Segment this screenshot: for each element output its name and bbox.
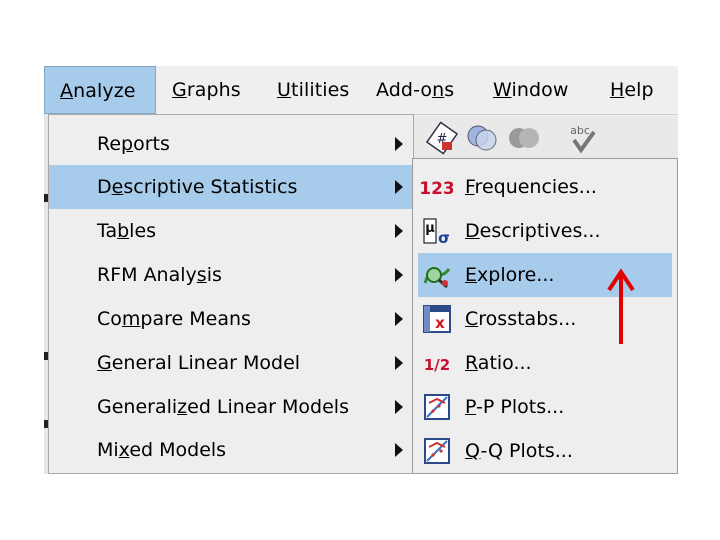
explore-magnifier-icon [423, 267, 451, 289]
analyze-menu: Reports Descriptive Statistics Tables RF… [48, 114, 414, 474]
menu-item-reports[interactable]: Reports [49, 122, 413, 166]
submenu-arrow-icon [395, 224, 403, 238]
menu-item-general-linear-model[interactable]: General Linear Model [49, 341, 413, 385]
menu-item-label: Ratio... [465, 352, 532, 374]
ratio-icon: 1/2 [424, 356, 450, 374]
pp-plot-icon [424, 394, 450, 420]
menu-item-tables[interactable]: Tables [49, 209, 413, 253]
menu-item-label: Descriptive Statistics [97, 176, 298, 198]
spss-screenshot: Analyze Graphs Utilities Add-ons Window … [44, 66, 678, 474]
menu-item-label: RFM Analysis [97, 264, 222, 286]
menu-item-mixed-models[interactable]: Mixed Models [49, 428, 413, 472]
spell-check-icon[interactable]: abc [564, 120, 600, 156]
svg-text:1/2: 1/2 [424, 356, 450, 374]
menu-item-compare-means[interactable]: Compare Means [49, 297, 413, 341]
submenu-arrow-icon [395, 137, 403, 151]
menu-item-label: Crosstabs... [465, 308, 577, 330]
venn-circles-icon[interactable] [464, 120, 500, 156]
value-labels-icon[interactable]: # [424, 120, 460, 156]
submenu-item-frequencies[interactable]: 123 Frequencies... [413, 165, 677, 209]
submenu-arrow-icon [395, 180, 403, 194]
submenu-arrow-icon [395, 400, 403, 414]
menu-window[interactable]: Window [493, 66, 569, 114]
menu-utilities[interactable]: Utilities [277, 66, 349, 114]
descriptives-mu-sigma-icon: μ σ [423, 218, 450, 247]
menu-item-label: Explore... [465, 264, 555, 286]
svg-text:σ: σ [438, 229, 450, 247]
menu-item-label: Mixed Models [97, 439, 227, 461]
menu-item-label: Descriptives... [465, 220, 601, 242]
submenu-item-descriptives[interactable]: μ σ Descriptives... [413, 209, 677, 253]
menu-item-generalized-linear-models[interactable]: Generalized Linear Models [49, 385, 413, 429]
crosstabs-table-icon: x [423, 305, 451, 333]
svg-text:μ: μ [425, 221, 435, 236]
menu-help[interactable]: Help [610, 66, 654, 114]
submenu-item-qq-plots[interactable]: Q-Q Plots... [413, 429, 677, 473]
qq-plot-icon [424, 438, 450, 464]
menu-item-rfm-analysis[interactable]: RFM Analysis [49, 253, 413, 297]
menu-add-ons[interactable]: Add-ons [376, 66, 454, 114]
svg-text:abc: abc [570, 124, 590, 137]
menu-analyze-label: Analyze [60, 80, 136, 102]
menu-analyze[interactable]: Analyze [44, 66, 156, 114]
menu-item-label: Tables [97, 220, 157, 242]
menu-item-descriptive-statistics[interactable]: Descriptive Statistics [49, 165, 413, 209]
submenu-arrow-icon [395, 268, 403, 282]
grey-circles-icon[interactable] [506, 120, 542, 156]
submenu-arrow-icon [395, 443, 403, 457]
svg-text:123: 123 [421, 179, 453, 199]
submenu-item-pp-plots[interactable]: P-P Plots... [413, 385, 677, 429]
menu-item-label: Q-Q Plots... [465, 440, 573, 462]
menu-item-label: Frequencies... [465, 176, 597, 198]
menu-item-label: General Linear Model [97, 352, 301, 374]
background-toolbar: # abc [414, 116, 678, 160]
descriptive-statistics-submenu: 123 Frequencies... μ σ Descriptives... E… [412, 158, 678, 474]
menu-item-label: Generalized Linear Models [97, 396, 349, 418]
svg-text:x: x [435, 314, 445, 332]
menu-item-label: Compare Means [97, 308, 251, 330]
menu-bar: Analyze Graphs Utilities Add-ons Window … [44, 66, 678, 115]
menu-item-label: Reports [97, 133, 170, 155]
annotation-arrow-icon [607, 268, 635, 344]
submenu-arrow-icon [395, 356, 403, 370]
frequencies-123-icon: 123 [421, 179, 453, 199]
menu-item-label: P-P Plots... [465, 396, 565, 418]
menu-graphs[interactable]: Graphs [172, 66, 241, 114]
submenu-arrow-icon [395, 312, 403, 326]
